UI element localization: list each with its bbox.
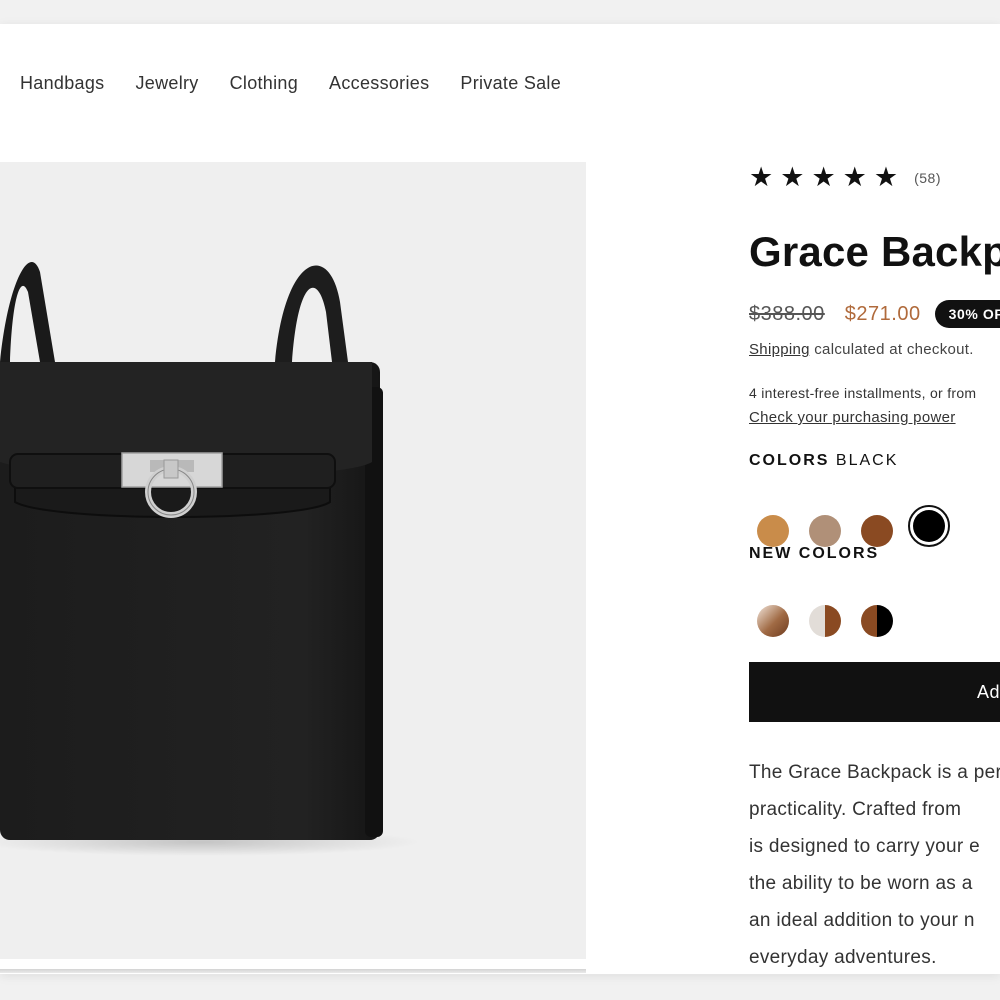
installments-text: 4 interest-free installments, or from [749, 385, 977, 401]
description-line: is designed to carry your e [749, 836, 980, 857]
product-description: The Grace Backpack is a perfect blend of… [749, 754, 1000, 974]
discount-badge: 30% OFF [934, 300, 1000, 328]
product-page: Handbags Jewelry Clothing Accessories Pr… [0, 24, 1000, 974]
rating[interactable]: ★ ★ ★ ★ ★ (58) [749, 164, 941, 191]
add-to-cart-button[interactable]: Add to Cart [749, 662, 1000, 722]
product-title: Grace Backpack [749, 228, 1000, 275]
image-bottom-edge [0, 969, 586, 973]
shipping-text: calculated at checkout. [809, 341, 974, 358]
color-swatch-black[interactable] [913, 510, 945, 542]
star-icon: ★ [780, 162, 805, 192]
backpack-illustration [0, 262, 420, 856]
shipping-link[interactable]: Shipping [749, 341, 810, 358]
star-icon: ★ [811, 162, 836, 192]
color-swatch-cognac[interactable] [861, 515, 893, 547]
description-line: everyday adventures. [749, 947, 937, 968]
purchasing-power-link[interactable]: Check your purchasing power [749, 409, 956, 426]
colors-heading: COLORS [749, 452, 830, 469]
nav-item-jewelry[interactable]: Jewelry [135, 73, 198, 94]
new-color-swatch-gradient-tan[interactable] [757, 605, 789, 637]
color-swatch-taupe[interactable] [809, 515, 841, 547]
original-price: $388.00 [749, 302, 825, 325]
color-swatch-caramel[interactable] [757, 515, 789, 547]
product-image[interactable] [0, 162, 586, 959]
description-line: The Grace Backpack is a perfect blend of [749, 762, 1000, 783]
nav-item-private-sale[interactable]: Private Sale [460, 73, 561, 94]
description-line: an ideal addition to your n [749, 910, 975, 931]
nav-item-clothing[interactable]: Clothing [230, 73, 298, 94]
sale-price: $271.00 [844, 302, 921, 325]
nav-item-handbags[interactable]: Handbags [20, 73, 104, 94]
main-nav: Handbags Jewelry Clothing Accessories Pr… [20, 73, 561, 94]
review-count[interactable]: (58) [914, 170, 941, 186]
new-color-swatch-cognac-black[interactable] [861, 605, 893, 637]
new-color-swatch-stripe-cognac[interactable] [809, 605, 841, 637]
description-line: the ability to be worn as a [749, 873, 973, 894]
new-colors-label: NEW COLORS [749, 545, 880, 562]
nav-item-accessories[interactable]: Accessories [329, 73, 429, 94]
star-icon: ★ [873, 162, 899, 192]
star-icon: ★ [842, 162, 867, 192]
price-row: $388.00 $271.00 30% OFF [749, 300, 1000, 328]
star-icon: ★ [749, 162, 774, 192]
description-line: practicality. Crafted from [749, 799, 962, 820]
selected-color-name: BLACK [835, 452, 899, 469]
colors-label: COLORS BLACK [749, 452, 898, 470]
shipping-note: Shipping calculated at checkout. [749, 341, 974, 358]
